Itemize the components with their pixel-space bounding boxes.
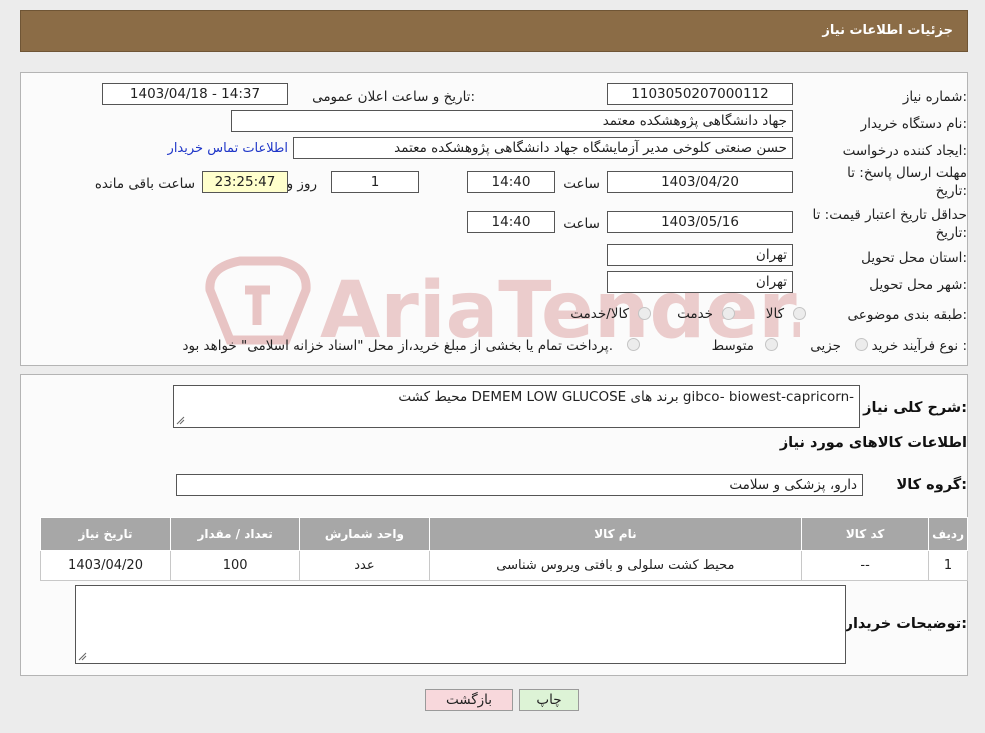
goods-info-title: اطلاعات کالاهای مورد نیاز [779, 435, 967, 451]
reply-deadline-label: مهلت ارسال پاسخ: تا [847, 165, 967, 181]
col-row-header: ردیف [928, 517, 968, 551]
buyer-contact-link[interactable]: اطلاعات تماس خریدار [168, 141, 288, 156]
process-radio-medium[interactable] [765, 338, 778, 351]
price-valid-label: حداقل تاریخ اعتبار قیمت: تا [812, 207, 967, 223]
days-field: 1 [331, 171, 419, 193]
buyer-org-label: نام دستگاه خریدار: [860, 116, 967, 132]
price-valid-time-label: ساعت [563, 216, 600, 232]
print-button[interactable]: چاپ [519, 689, 579, 711]
city-label: شهر محل تحویل: [869, 277, 967, 293]
category-option-goods: کالا [765, 306, 784, 322]
page-title: جزئیات اطلاعات نیاز [822, 23, 953, 38]
reply-deadline-label-2: تاریخ: [935, 183, 967, 199]
process-radio-treasury[interactable] [627, 338, 640, 351]
goods-table-header: ردیف کد کالا نام کالا واحد شمارش تعداد /… [39, 517, 968, 551]
process-treasury-note: پرداخت تمام یا بخشی از مبلغ خرید،از محل … [182, 338, 613, 354]
creator-field: حسن صنعتی کلوخی مدیر آزمایشگاه جهاد دانش… [293, 137, 793, 159]
goods-group-field: دارو، پزشکی و سلامت [176, 474, 863, 496]
buyer-notes-label: توضیحات خریدار: [844, 616, 967, 632]
col-unit-header: واحد شمارش [299, 517, 430, 551]
cell-qty: 100 [170, 550, 301, 581]
category-radio-goods[interactable] [793, 307, 806, 320]
cell-date: 1403/04/20 [39, 550, 172, 581]
col-date-header: تاریخ نیاز [39, 517, 172, 551]
col-code-header: کد کالا [801, 517, 930, 551]
city-field: تهران [607, 271, 793, 293]
need-number-label: شماره نیاز: [902, 89, 967, 105]
back-button[interactable]: بازگشت [425, 689, 513, 711]
category-option-goods-service: کالا/خدمت [570, 306, 629, 322]
announce-label: تاریخ و ساعت اعلان عمومی: [312, 89, 475, 105]
category-radio-goods-service[interactable] [638, 307, 651, 320]
goods-group-label: گروه کالا: [896, 477, 967, 493]
buyer-org-field: جهاد دانشگاهی پژوهشکده معتمد [231, 110, 793, 132]
category-label: طبقه بندی موضوعی: [847, 307, 967, 323]
announce-field: 1403/04/18 - 14:37 [102, 83, 288, 105]
cell-unit: عدد [299, 550, 430, 581]
buyer-notes-resize-grip-icon[interactable] [78, 652, 87, 661]
col-qty-header: تعداد / مقدار [170, 517, 301, 551]
process-option-medium: متوسط [711, 338, 754, 354]
description-resize-grip-icon[interactable] [176, 416, 185, 425]
goods-table: ردیف کد کالا نام کالا واحد شمارش تعداد /… [39, 517, 968, 581]
process-option-minor: جزیی [810, 338, 841, 354]
description-label: شرح کلی نیاز: [863, 400, 967, 416]
days-label: روز و [286, 176, 317, 192]
category-option-service: خدمت [677, 306, 713, 322]
price-valid-label-2: تاریخ: [935, 225, 967, 241]
col-name-header: نام کالا [428, 517, 803, 551]
price-valid-date-field: 1403/05/16 [607, 211, 793, 233]
process-type-label: نوع فرآیند خرید : [871, 338, 967, 354]
province-field: تهران [607, 244, 793, 266]
buyer-notes-textarea[interactable] [75, 585, 846, 664]
page-header: جزئیات اطلاعات نیاز [20, 10, 968, 52]
reply-time-label: ساعت [563, 176, 600, 192]
reply-date-field: 1403/04/20 [607, 171, 793, 193]
cell-name: محیط کشت سلولی و بافتی ویروس شناسی [428, 550, 803, 581]
cell-code: -- [801, 550, 930, 581]
process-radio-minor[interactable] [855, 338, 868, 351]
remaining-label: ساعت باقی مانده [94, 176, 195, 192]
reply-time-field: 14:40 [467, 171, 555, 193]
province-label: استان محل تحویل: [861, 250, 967, 266]
category-radio-service[interactable] [722, 307, 735, 320]
creator-label: ایجاد کننده درخواست: [842, 143, 967, 159]
remaining-time-field: 23:25:47 [202, 171, 288, 193]
price-valid-time-field: 14:40 [467, 211, 555, 233]
cell-row: 1 [928, 550, 968, 581]
table-row: 1 -- محیط کشت سلولی و بافتی ویروس شناسی … [39, 550, 968, 581]
description-textarea[interactable]: محیط کشت DEMEM LOW GLUCOSE برند های gibc… [173, 385, 860, 428]
need-number-field: 1103050207000112 [607, 83, 793, 105]
